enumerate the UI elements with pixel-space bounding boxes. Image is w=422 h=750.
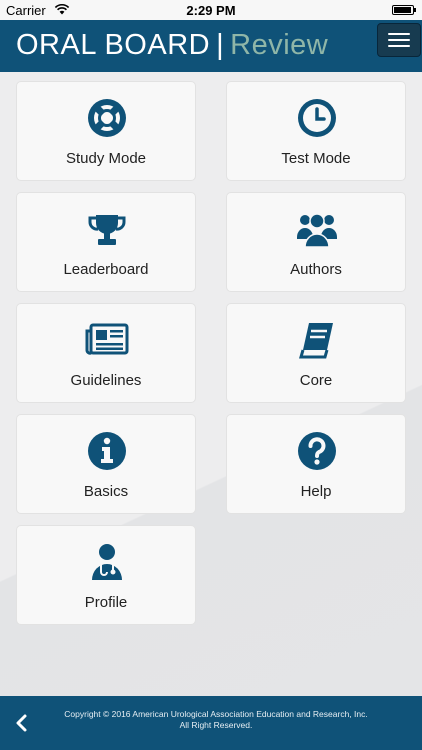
help-tile[interactable]: Help <box>226 414 406 514</box>
guidelines-tile[interactable]: Guidelines <box>16 303 196 403</box>
chevron-left-icon <box>16 714 27 732</box>
back-button[interactable] <box>12 711 32 735</box>
help-label: Help <box>300 483 332 500</box>
battery-icon <box>392 5 416 15</box>
lifebuoy-icon <box>88 99 126 137</box>
copyright-line: Copyright © 2016 American Urological Ass… <box>64 709 368 719</box>
app-footer: Copyright © 2016 American Urological Ass… <box>0 696 422 750</box>
rights-line: All Right Reserved. <box>179 720 253 730</box>
newspaper-icon <box>85 323 129 355</box>
basics-label: Basics <box>83 483 129 500</box>
core-tile[interactable]: Core <box>226 303 406 403</box>
basics-tile[interactable]: Basics <box>16 414 196 514</box>
help-icon <box>298 432 336 470</box>
app-logo: ORAL BOARD | Review <box>16 29 328 62</box>
trophy-icon <box>88 215 126 245</box>
main-content: Study Mode Test Mode Leaderboard Authors… <box>0 72 422 696</box>
logo-separator: | <box>216 29 225 61</box>
info-icon <box>88 432 126 470</box>
core-label: Core <box>299 372 333 389</box>
copyright-notice: Copyright © 2016 American Urological Ass… <box>50 709 382 731</box>
users-icon <box>297 213 337 248</box>
study-mode-tile[interactable]: Study Mode <box>16 81 196 181</box>
test-mode-label: Test Mode <box>281 150 351 167</box>
test-mode-tile[interactable]: Test Mode <box>226 81 406 181</box>
doctor-icon <box>92 544 122 580</box>
guidelines-label: Guidelines <box>70 372 142 389</box>
hamburger-icon <box>388 33 410 35</box>
status-bar: Carrier 2:29 PM <box>0 0 422 20</box>
clock-icon <box>298 99 336 137</box>
app-header: ORAL BOARD | Review <box>0 20 422 72</box>
profile-label: Profile <box>84 594 128 611</box>
hamburger-menu-button[interactable] <box>377 23 421 57</box>
hamburger-bar <box>388 39 410 41</box>
logo-review: Review <box>230 29 329 61</box>
authors-label: Authors <box>290 261 342 278</box>
clock-time: 2:29 PM <box>186 3 236 18</box>
leaderboard-label: Leaderboard <box>63 261 149 278</box>
logo-oral-board: ORAL BOARD <box>16 29 211 61</box>
profile-tile[interactable]: Profile <box>16 525 196 625</box>
hamburger-bar <box>388 45 410 47</box>
leaderboard-tile[interactable]: Leaderboard <box>16 192 196 292</box>
study-mode-label: Study Mode <box>65 150 147 167</box>
authors-tile[interactable]: Authors <box>226 192 406 292</box>
book-icon <box>299 323 333 359</box>
